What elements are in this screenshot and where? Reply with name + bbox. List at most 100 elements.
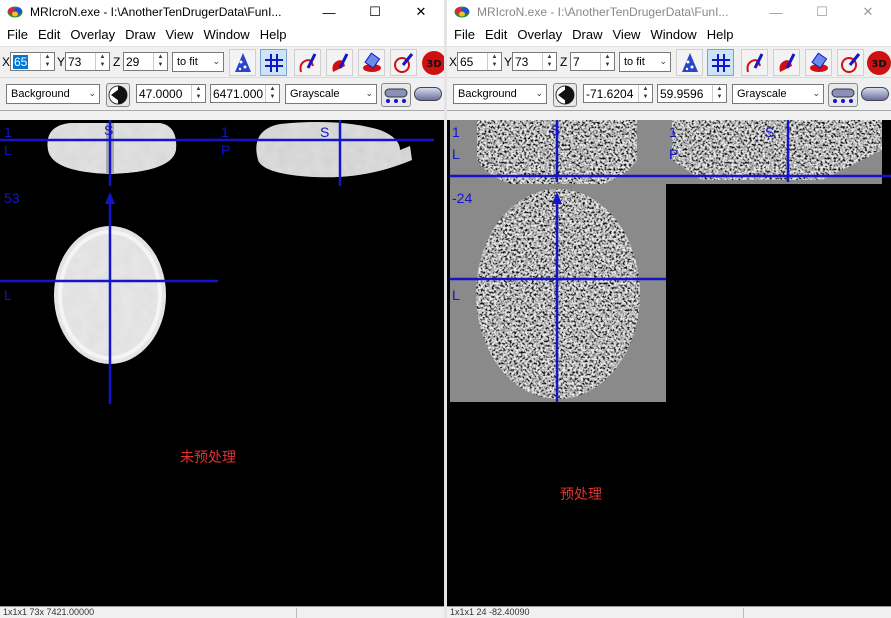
min-intensity-spinner[interactable]: 47.0000 ▲ ▼ [136,84,206,103]
coronal-slice-number: 1 [452,124,460,140]
chevron-down-icon: ⌄ [88,88,96,98]
menu-bar: File Edit Overlay Draw View Window Help [0,24,444,46]
chevron-down-icon: ⌄ [812,88,820,98]
close-button[interactable]: ✕ [398,0,444,24]
cone-icon [234,52,251,72]
filled-pen-tool-button[interactable] [326,49,353,76]
eraser-tool-button[interactable] [805,49,832,76]
contrast-button[interactable] [106,83,130,107]
display-toolbar: Background ⌄ 47.0000 ▲ ▼ 6471.000 ▲ ▼ Gray… [0,77,444,111]
chevron-down-icon: ⌄ [365,88,373,98]
colorbar-options-button[interactable] [381,83,411,107]
minimize-icon: — [769,4,783,20]
caption-unprocessed: 未预处理 [180,449,236,465]
menu-overlay[interactable]: Overlay [65,24,120,46]
x-coordinate-spinner[interactable]: 65 ▲ ▼ [10,52,55,71]
sagittal-posterior-label: P [221,142,231,158]
menu-view[interactable]: View [608,24,646,46]
coronal-slice-number: 1 [4,124,12,140]
menu-window[interactable]: Window [198,24,254,46]
max-intensity-spinner[interactable]: 59.9596 ▲ ▼ [657,84,727,103]
z-label: Z [113,55,121,69]
colorbar-toggle[interactable] [414,87,442,101]
axial-left-label: L [452,287,460,303]
maximize-button[interactable]: ☐ [799,0,845,24]
menu-help[interactable]: Help [702,24,739,46]
sagittal-slice-number: 1 [221,124,229,140]
menu-file[interactable]: File [2,24,33,46]
z-label: Z [560,55,568,69]
layer-select[interactable]: Background ⌄ [453,84,547,104]
status-text: 1x1x1 73x 7421.00000 [3,607,95,617]
contrast-button[interactable] [553,83,577,107]
colorbar-options-button[interactable] [828,83,858,107]
fill-tool-button[interactable] [390,49,417,76]
fill-pen-icon [840,52,860,73]
caption-preprocessed: 预处理 [560,486,602,502]
menu-draw[interactable]: Draw [120,24,160,46]
coordinate-toolbar: X 65 ▲ ▼ Y 73 ▲ ▼ Z 7 ▲ ▼ to fit ⌄ 3D [447,46,891,77]
y-label: Y [57,55,66,69]
render-3d-icon: 3D [421,50,444,75]
crosshair-grid-icon [711,53,730,72]
layer-select[interactable]: Background ⌄ [6,84,100,104]
menu-view[interactable]: View [161,24,199,46]
filled-pen-tool-button[interactable] [773,49,800,76]
brain-slices [0,120,434,404]
minimize-button[interactable]: — [753,0,799,24]
draw-pen-filled-icon [779,52,795,72]
close-icon: ✕ [862,4,874,19]
menu-edit[interactable]: Edit [480,24,512,46]
contrast-arrow-icon [555,85,575,105]
x-coordinate-spinner[interactable]: 65 ▲ ▼ [457,52,502,71]
crosshair-grid-icon [264,53,283,72]
pen-tool-button[interactable] [294,49,321,76]
z-coordinate-spinner[interactable]: 7 ▲ ▼ [570,52,615,71]
fill-pen-icon [393,52,413,73]
crosshair-toggle-button[interactable] [707,49,734,76]
eraser-tool-button[interactable] [358,49,385,76]
crosshair-toggle-button[interactable] [260,49,287,76]
fill-tool-button[interactable] [837,49,864,76]
eraser-icon [362,52,381,72]
min-intensity-spinner[interactable]: -71.6204 ▲ ▼ [583,84,653,103]
maximize-icon: ☐ [369,4,381,19]
sagittal-slice [256,122,412,178]
zoom-select[interactable]: to fit ⌄ [619,52,671,72]
axial-left-label: L [4,287,12,303]
colormap-select[interactable]: Grayscale ⌄ [285,84,377,104]
title-bar[interactable]: MRIcroN.exe - I:\AnotherTenDrugerData\Fu… [447,0,891,24]
superior-arrow-icon [105,192,115,204]
status-bar: 1x1x1 73x 7421.00000 [0,606,444,618]
y-coordinate-spinner[interactable]: 73 ▲ ▼ [65,52,110,71]
menu-draw[interactable]: Draw [567,24,607,46]
cone-tool-button[interactable] [229,49,256,76]
coordinate-toolbar: X 65 ▲ ▼ Y 73 ▲ ▼ Z 29 ▲ ▼ to fit ⌄ 3D [0,46,444,77]
y-label: Y [504,55,513,69]
mricron-window-left: MRIcroN.exe - I:\AnotherTenDrugerData\Fu… [0,0,445,618]
pen-tool-button[interactable] [741,49,768,76]
y-coordinate-spinner[interactable]: 73 ▲ ▼ [512,52,557,71]
render-3d-button[interactable]: 3D [420,49,444,76]
minimize-button[interactable]: — [306,0,352,24]
close-button[interactable]: ✕ [845,0,891,24]
axial-slice-number: -24 [452,190,473,206]
z-coordinate-spinner[interactable]: 29 ▲ ▼ [123,52,168,71]
max-intensity-spinner[interactable]: 6471.000 ▲ ▼ [210,84,280,103]
maximize-button[interactable]: ☐ [352,0,398,24]
colorbar-toggle[interactable] [861,87,889,101]
cone-tool-button[interactable] [676,49,703,76]
cone-icon [681,52,698,72]
menu-help[interactable]: Help [255,24,292,46]
menu-window[interactable]: Window [645,24,701,46]
menu-overlay[interactable]: Overlay [512,24,567,46]
menu-file[interactable]: File [449,24,480,46]
menu-edit[interactable]: Edit [33,24,65,46]
zoom-select[interactable]: to fit ⌄ [172,52,224,72]
image-viewer[interactable]: 1 L S 1 P S 53 L 未预处理 [0,120,444,606]
title-bar[interactable]: MRIcroN.exe - I:\AnotherTenDrugerData\Fu… [0,0,444,24]
colormap-select[interactable]: Grayscale ⌄ [732,84,824,104]
image-viewer[interactable]: 1 L S 1 P S -24 L 预处理 [447,120,891,606]
brain-slices [450,120,891,402]
render-3d-button[interactable]: 3D [865,49,891,76]
